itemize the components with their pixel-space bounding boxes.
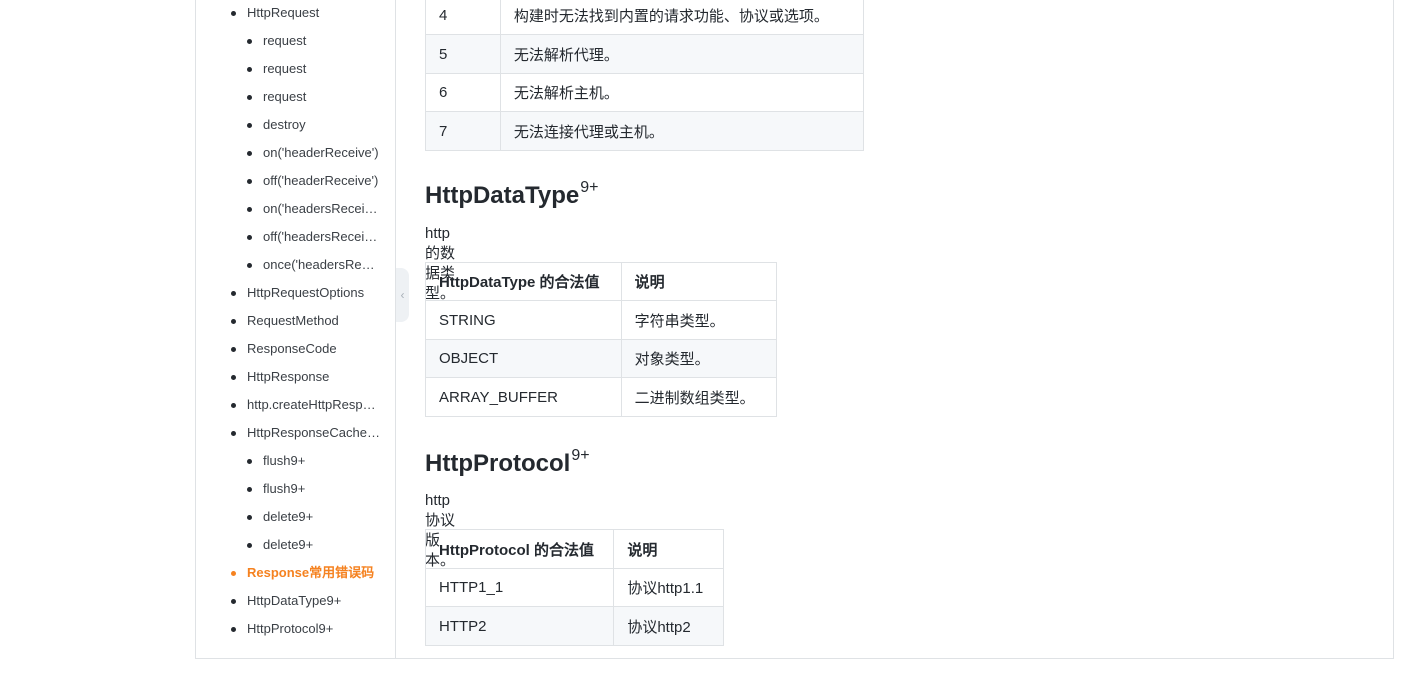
bullet-icon bbox=[247, 67, 252, 72]
table-cell: 4 bbox=[425, 0, 501, 35]
table-header-cell: 说明 bbox=[613, 529, 724, 569]
table-header-row: HttpDataType 的合法值 说明 bbox=[425, 262, 778, 301]
toc-item[interactable]: delete9+ bbox=[247, 535, 381, 555]
table-header-cell: HttpDataType 的合法值 bbox=[425, 262, 622, 301]
bullet-icon bbox=[247, 263, 252, 268]
version-sup: 9+ bbox=[571, 447, 590, 464]
table-row: HTTP2 协议http2 bbox=[424, 606, 724, 646]
table-header-cell: HttpProtocol 的合法值 bbox=[424, 529, 615, 569]
table-row: 4 构建时无法找到内置的请求功能、协议或选项。 bbox=[425, 0, 865, 35]
table-row: STRING 字符串类型。 bbox=[425, 300, 778, 340]
toc-item[interactable]: off('headersReceiv… bbox=[247, 227, 381, 247]
bullet-icon bbox=[231, 599, 236, 604]
toc-sidebar: HttpRequest request request request dest… bbox=[196, 0, 396, 658]
toc-item[interactable]: RequestMethod bbox=[231, 311, 381, 331]
table-cell: 字符串类型。 bbox=[620, 300, 778, 340]
bullet-icon bbox=[231, 403, 236, 408]
toc-item[interactable]: flush9+ bbox=[247, 479, 381, 499]
bullet-icon bbox=[247, 207, 252, 212]
toc-item[interactable]: flush9+ bbox=[247, 451, 381, 471]
table-cell: 协议http1.1 bbox=[613, 568, 724, 607]
table-header-cell: 说明 bbox=[620, 262, 778, 301]
table-row: 5 无法解析代理。 bbox=[425, 34, 865, 74]
toc-item[interactable]: HttpProtocol9+ bbox=[231, 619, 381, 639]
httpdatatype-table: HttpDataType 的合法值 说明 STRING 字符串类型。 OBJEC… bbox=[425, 262, 778, 417]
table-cell: 对象类型。 bbox=[620, 339, 778, 378]
toc-item[interactable]: delete9+ bbox=[247, 507, 381, 527]
table-header-row: HttpProtocol 的合法值 说明 bbox=[424, 529, 724, 569]
table-cell: 协议http2 bbox=[613, 606, 724, 646]
section-title: HttpDataType bbox=[425, 182, 580, 209]
table-cell: HTTP1_1 bbox=[424, 568, 615, 607]
table-cell: ARRAY_BUFFER bbox=[425, 377, 622, 417]
table-cell: 无法连接代理或主机。 bbox=[499, 111, 865, 151]
error-code-table: 4 构建时无法找到内置的请求功能、协议或选项。 5 无法解析代理。 6 无法解析… bbox=[425, 0, 865, 151]
table-cell: 无法解析主机。 bbox=[499, 73, 865, 112]
bullet-icon bbox=[231, 11, 236, 16]
table-cell: OBJECT bbox=[425, 339, 622, 378]
bullet-icon bbox=[231, 291, 236, 296]
section-heading-httpprotocol: HttpProtocol9+ bbox=[425, 444, 590, 478]
toc-item[interactable]: request bbox=[247, 59, 381, 79]
toc-item[interactable]: destroy bbox=[247, 115, 381, 135]
toc-item[interactable]: on('headersReceiv… bbox=[247, 199, 381, 219]
bullet-icon bbox=[231, 571, 236, 576]
bullet-icon bbox=[231, 627, 236, 632]
table-row: HTTP1_1 协议http1.1 bbox=[424, 568, 724, 607]
bullet-icon bbox=[247, 95, 252, 100]
table-cell: STRING bbox=[425, 300, 622, 340]
httpprotocol-table: HttpProtocol 的合法值 说明 HTTP1_1 协议http1.1 H… bbox=[424, 529, 724, 646]
bullet-icon bbox=[247, 487, 252, 492]
toc-item[interactable]: off('headerReceive') bbox=[247, 171, 381, 191]
bullet-icon bbox=[247, 179, 252, 184]
sidebar-collapse-button[interactable]: ‹ bbox=[396, 268, 409, 322]
table-cell: 无法解析代理。 bbox=[499, 34, 865, 74]
table-row: OBJECT 对象类型。 bbox=[425, 339, 778, 378]
toc-item[interactable]: request bbox=[247, 87, 381, 107]
bullet-icon bbox=[247, 235, 252, 240]
toc-item[interactable]: ResponseCode bbox=[231, 339, 381, 359]
bullet-icon bbox=[247, 459, 252, 464]
table-cell: HTTP2 bbox=[424, 606, 615, 646]
toc-item[interactable]: once('headersRece… bbox=[247, 255, 381, 275]
toc-item-active[interactable]: Response常用错误码 bbox=[231, 563, 381, 583]
bullet-icon bbox=[247, 39, 252, 44]
section-heading-httpdatatype: HttpDataType9+ bbox=[425, 176, 598, 210]
bullet-icon bbox=[247, 543, 252, 548]
toc-item[interactable]: request bbox=[247, 31, 381, 51]
table-cell: 7 bbox=[425, 111, 501, 151]
toc-item[interactable]: HttpResponse bbox=[231, 367, 381, 387]
bullet-icon bbox=[231, 375, 236, 380]
table-row: 6 无法解析主机。 bbox=[425, 73, 865, 112]
bullet-icon bbox=[247, 151, 252, 156]
bullet-icon bbox=[231, 347, 236, 352]
toc-item[interactable]: HttpResponseCache9+ bbox=[231, 423, 381, 443]
toc-item[interactable]: HttpRequestOptions bbox=[231, 283, 381, 303]
table-cell: 6 bbox=[425, 73, 501, 112]
bullet-icon bbox=[247, 123, 252, 128]
toc-item[interactable]: HttpRequest bbox=[231, 3, 381, 23]
table-cell: 二进制数组类型。 bbox=[620, 377, 778, 417]
version-sup: 9+ bbox=[580, 179, 599, 196]
section-title: HttpProtocol bbox=[425, 450, 571, 477]
toc-item[interactable]: on('headerReceive') bbox=[247, 143, 381, 163]
bullet-icon bbox=[231, 431, 236, 436]
bullet-icon bbox=[247, 515, 252, 520]
chevron-left-icon: ‹ bbox=[400, 288, 405, 302]
toc-item[interactable]: HttpDataType9+ bbox=[231, 591, 381, 611]
table-row: 7 无法连接代理或主机。 bbox=[425, 111, 865, 151]
table-cell: 5 bbox=[425, 34, 501, 74]
bullet-icon bbox=[231, 319, 236, 324]
table-row: ARRAY_BUFFER 二进制数组类型。 bbox=[425, 377, 778, 417]
toc-item[interactable]: http.createHttpRespo… bbox=[231, 395, 381, 415]
table-cell: 构建时无法找到内置的请求功能、协议或选项。 bbox=[499, 0, 865, 35]
